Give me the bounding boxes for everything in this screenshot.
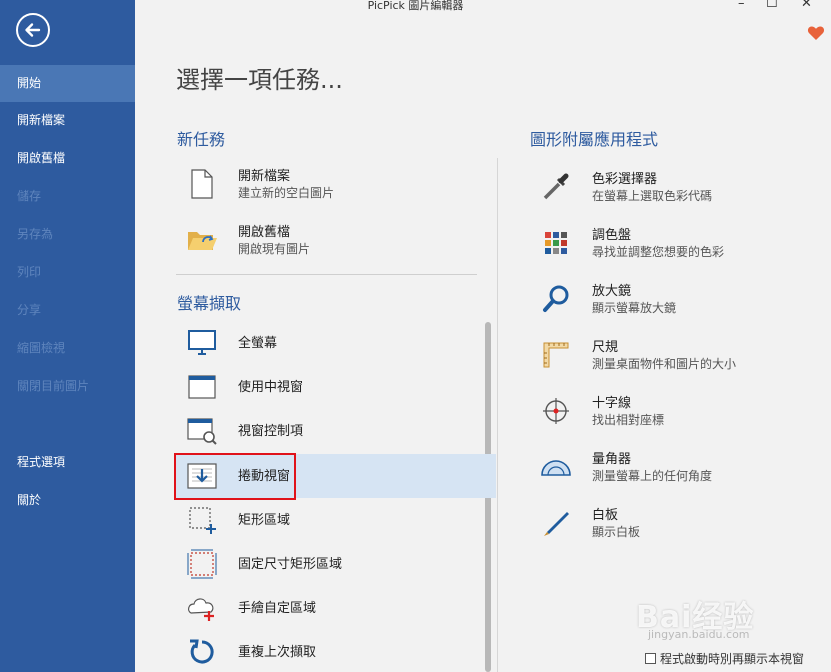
sidebar: 開始 開新檔案 開啟舊檔 儲存 另存為 列印 分享 縮圖檢視 關閉目前圖片 程式… — [0, 0, 135, 672]
sidebar-item-open-file[interactable]: 開啟舊檔 — [0, 140, 135, 177]
monitor-icon — [185, 326, 219, 360]
section-title-capture: 螢幕擷取 — [177, 294, 242, 313]
capture-rectangle[interactable]: 矩形區域 — [185, 503, 290, 537]
sidebar-item-thumbnails[interactable]: 縮圖檢視 — [0, 330, 135, 367]
tool-palette-label: 調色盤 — [592, 227, 632, 243]
minimize-button[interactable]: – — [738, 0, 745, 11]
sidebar-item-close-image[interactable]: 關閉目前圖片 — [0, 368, 135, 405]
new-file-icon — [185, 167, 219, 201]
highlight-outline — [174, 453, 296, 500]
tool-crosshair-desc: 找出相對座標 — [592, 412, 665, 427]
heart-icon[interactable] — [807, 24, 825, 42]
capture-freehand-label: 手繪自定區域 — [238, 600, 317, 616]
pen-icon — [539, 506, 573, 540]
eyedropper-icon — [539, 170, 573, 204]
capture-window-control[interactable]: 視窗控制項 — [185, 414, 303, 448]
tool-protractor[interactable]: 量角器 測量螢幕上的任何角度 — [539, 450, 712, 484]
task-new-file[interactable]: 開新檔案 建立新的空白圖片 — [185, 167, 334, 201]
task-open-file-desc: 開啟現有圖片 — [238, 241, 311, 256]
magnifier-icon — [539, 282, 573, 316]
tool-protractor-desc: 測量螢幕上的任何角度 — [592, 468, 713, 483]
capture-repeat-label: 重複上次擷取 — [238, 644, 317, 660]
startup-option[interactable]: 程式啟動時別再顯示本視窗 — [645, 650, 804, 667]
window-icon — [185, 370, 219, 404]
sidebar-item-new-file[interactable]: 開新檔案 — [0, 102, 135, 139]
capture-fullscreen-label: 全螢幕 — [238, 335, 278, 351]
sidebar-item-save-as[interactable]: 另存為 — [0, 216, 135, 253]
maximize-button[interactable]: ☐ — [766, 0, 778, 11]
repeat-capture-icon — [185, 635, 219, 669]
tool-ruler[interactable]: 尺規 測量桌面物件和圖片的大小 — [539, 338, 736, 372]
startup-checkbox[interactable] — [645, 653, 656, 664]
tool-color-picker-desc: 在螢幕上選取色彩代碼 — [592, 188, 713, 203]
ruler-icon — [539, 338, 573, 372]
tool-crosshair[interactable]: 十字線 找出相對座標 — [539, 394, 664, 428]
tool-magnifier-label: 放大鏡 — [592, 283, 632, 299]
sidebar-item-print[interactable]: 列印 — [0, 254, 135, 291]
window-control-icon — [185, 414, 219, 448]
section-title-new-task: 新任務 — [177, 130, 226, 149]
section-title-tools: 圖形附屬應用程式 — [530, 130, 659, 149]
sidebar-item-share[interactable]: 分享 — [0, 292, 135, 329]
close-button[interactable]: ✕ — [801, 0, 812, 11]
tool-magnifier-desc: 顯示螢幕放大鏡 — [592, 300, 677, 315]
tool-ruler-desc: 測量桌面物件和圖片的大小 — [592, 356, 737, 371]
sidebar-item-save[interactable]: 儲存 — [0, 178, 135, 215]
sidebar-item-about[interactable]: 關於 — [0, 482, 135, 519]
capture-active-window-label: 使用中視窗 — [238, 379, 304, 395]
protractor-icon — [539, 450, 573, 484]
capture-repeat[interactable]: 重複上次擷取 — [185, 635, 316, 669]
startup-checkbox-label: 程式啟動時別再顯示本視窗 — [660, 652, 805, 666]
arrow-left-icon — [25, 23, 41, 37]
capture-fixed-rectangle-label: 固定尺寸矩形區域 — [238, 556, 343, 572]
sidebar-item-options[interactable]: 程式選項 — [0, 444, 135, 481]
open-folder-icon — [185, 223, 219, 257]
capture-freehand[interactable]: 手繪自定區域 — [185, 591, 316, 625]
capture-fixed-rectangle[interactable]: 固定尺寸矩形區域 — [185, 547, 342, 581]
tool-ruler-label: 尺規 — [592, 339, 619, 355]
column-divider — [497, 158, 498, 672]
sidebar-item-start[interactable]: 開始 — [0, 65, 135, 102]
tool-protractor-label: 量角器 — [592, 451, 632, 467]
tool-color-picker-label: 色彩選擇器 — [592, 171, 658, 187]
task-open-file-label: 開啟舊檔 — [238, 224, 291, 240]
tool-palette-desc: 尋找並調整您想要的色彩 — [592, 244, 725, 259]
freehand-region-icon — [185, 591, 219, 625]
page-title: 選擇一項任務... — [176, 66, 343, 94]
tool-color-picker[interactable]: 色彩選擇器 在螢幕上選取色彩代碼 — [539, 170, 712, 204]
capture-fullscreen[interactable]: 全螢幕 — [185, 326, 277, 360]
palette-icon — [539, 226, 573, 260]
tool-whiteboard-desc: 顯示白板 — [592, 524, 641, 539]
watermark-url: jingyan.baidu.com — [648, 628, 750, 641]
task-new-file-desc: 建立新的空白圖片 — [238, 185, 335, 200]
crosshair-icon — [539, 394, 573, 428]
rectangle-region-icon — [185, 503, 219, 537]
fixed-rectangle-icon — [185, 547, 219, 581]
tool-whiteboard-label: 白板 — [592, 507, 619, 523]
task-new-file-label: 開新檔案 — [238, 168, 291, 184]
task-open-file[interactable]: 開啟舊檔 開啟現有圖片 — [185, 223, 310, 257]
back-button[interactable] — [16, 13, 50, 47]
tool-palette[interactable]: 調色盤 尋找並調整您想要的色彩 — [539, 226, 724, 260]
capture-window-control-label: 視窗控制項 — [238, 423, 304, 439]
section-divider — [176, 274, 477, 275]
tool-magnifier[interactable]: 放大鏡 顯示螢幕放大鏡 — [539, 282, 676, 316]
capture-active-window[interactable]: 使用中視窗 — [185, 370, 303, 404]
capture-rectangle-label: 矩形區域 — [238, 512, 291, 528]
tool-crosshair-label: 十字線 — [592, 395, 632, 411]
tool-whiteboard[interactable]: 白板 顯示白板 — [539, 506, 640, 540]
